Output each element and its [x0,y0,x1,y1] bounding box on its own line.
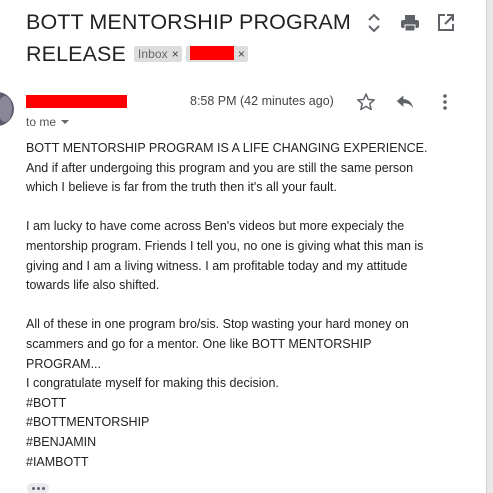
ellipsis-dot [36,487,40,490]
subject-line-2-text: RELEASE [26,42,126,66]
body-line: And if after undergoing this program and… [26,160,414,175]
hashtag-line: #BOTTMENTORSHIP [26,415,150,430]
open-in-new-window-icon[interactable] [437,12,455,39]
label-list: Inbox × × [133,37,252,66]
show-trimmed-content-button[interactable] [27,483,49,493]
hashtag-line: #BOTT [26,395,67,410]
body-line: PROGRAM... [26,356,102,371]
redacted-label-text [189,46,234,60]
ellipsis-icon [31,487,35,490]
message-timestamp: 8:58 PM (42 minutes ago) [190,94,334,108]
remove-label-redacted-icon[interactable]: × [238,47,245,61]
body-line: which I believe is far from the truth th… [26,180,337,195]
email-view: BOTT MENTORSHIP PROGRAM RELEASE Inbox × × [0,0,493,493]
body-line: mentorship program. Friends I tell you, … [26,238,424,253]
ellipsis-dot [41,487,45,490]
sender-avatar[interactable] [0,92,14,126]
body-line: giving and I am a living witness. I am p… [26,258,408,273]
print-icon[interactable] [400,12,420,39]
message-body: BOTT MENTORSHIP PROGRAM IS A LIFE CHANGI… [26,139,466,472]
remove-label-inbox-icon[interactable]: × [172,47,179,61]
sender-name-redacted [26,95,127,108]
body-line: I am lucky to have come across Ben's vid… [26,219,405,234]
star-icon[interactable] [356,92,376,117]
email-subject: BOTT MENTORSHIP PROGRAM RELEASE Inbox × × [26,8,366,69]
recipient-details-toggle[interactable]: to me [26,115,70,129]
reply-icon[interactable] [395,93,415,116]
body-line: scammers and go for a mentor. One like B… [26,336,372,351]
hashtag-line: #IAMBOTT [26,454,89,469]
label-inbox-text: Inbox [137,47,168,61]
body-line: BOTT MENTORSHIP PROGRAM IS A LIFE CHANGI… [26,141,428,155]
subject-line-1: BOTT MENTORSHIP PROGRAM [26,10,351,34]
label-redacted[interactable]: × [185,46,248,62]
avatar-image [0,96,12,122]
scrollbar[interactable] [486,0,493,493]
unfold-icon[interactable] [366,12,382,39]
chevron-down-icon [61,120,70,124]
body-line: All of these in one program bro/sis. Sto… [26,317,409,332]
recipient-text: to me [26,115,57,129]
more-vert-icon[interactable] [442,93,448,116]
subject-line-2: RELEASE Inbox × × [26,37,366,69]
body-line: I congratulate myself for making this de… [26,376,279,391]
body-line: towards life also shifted. [26,278,160,293]
label-inbox[interactable]: Inbox × [133,46,182,62]
hashtag-line: #BENJAMIN [26,434,97,449]
